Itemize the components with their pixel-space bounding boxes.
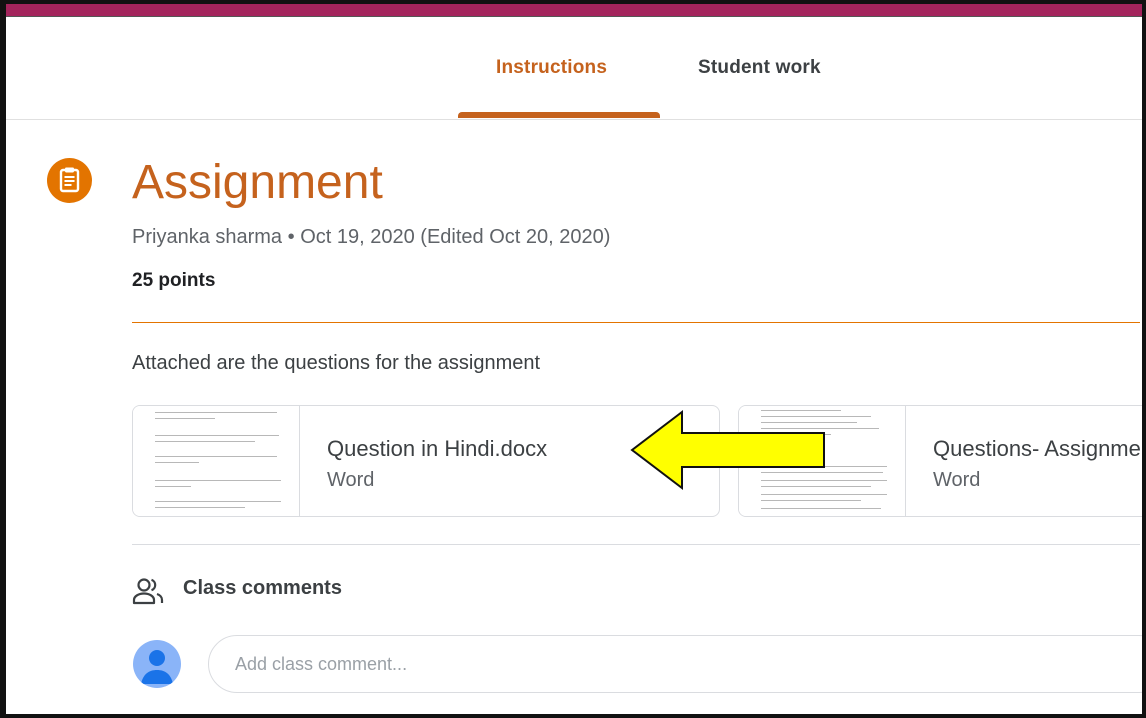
screenshot-frame bbox=[0, 0, 1146, 718]
